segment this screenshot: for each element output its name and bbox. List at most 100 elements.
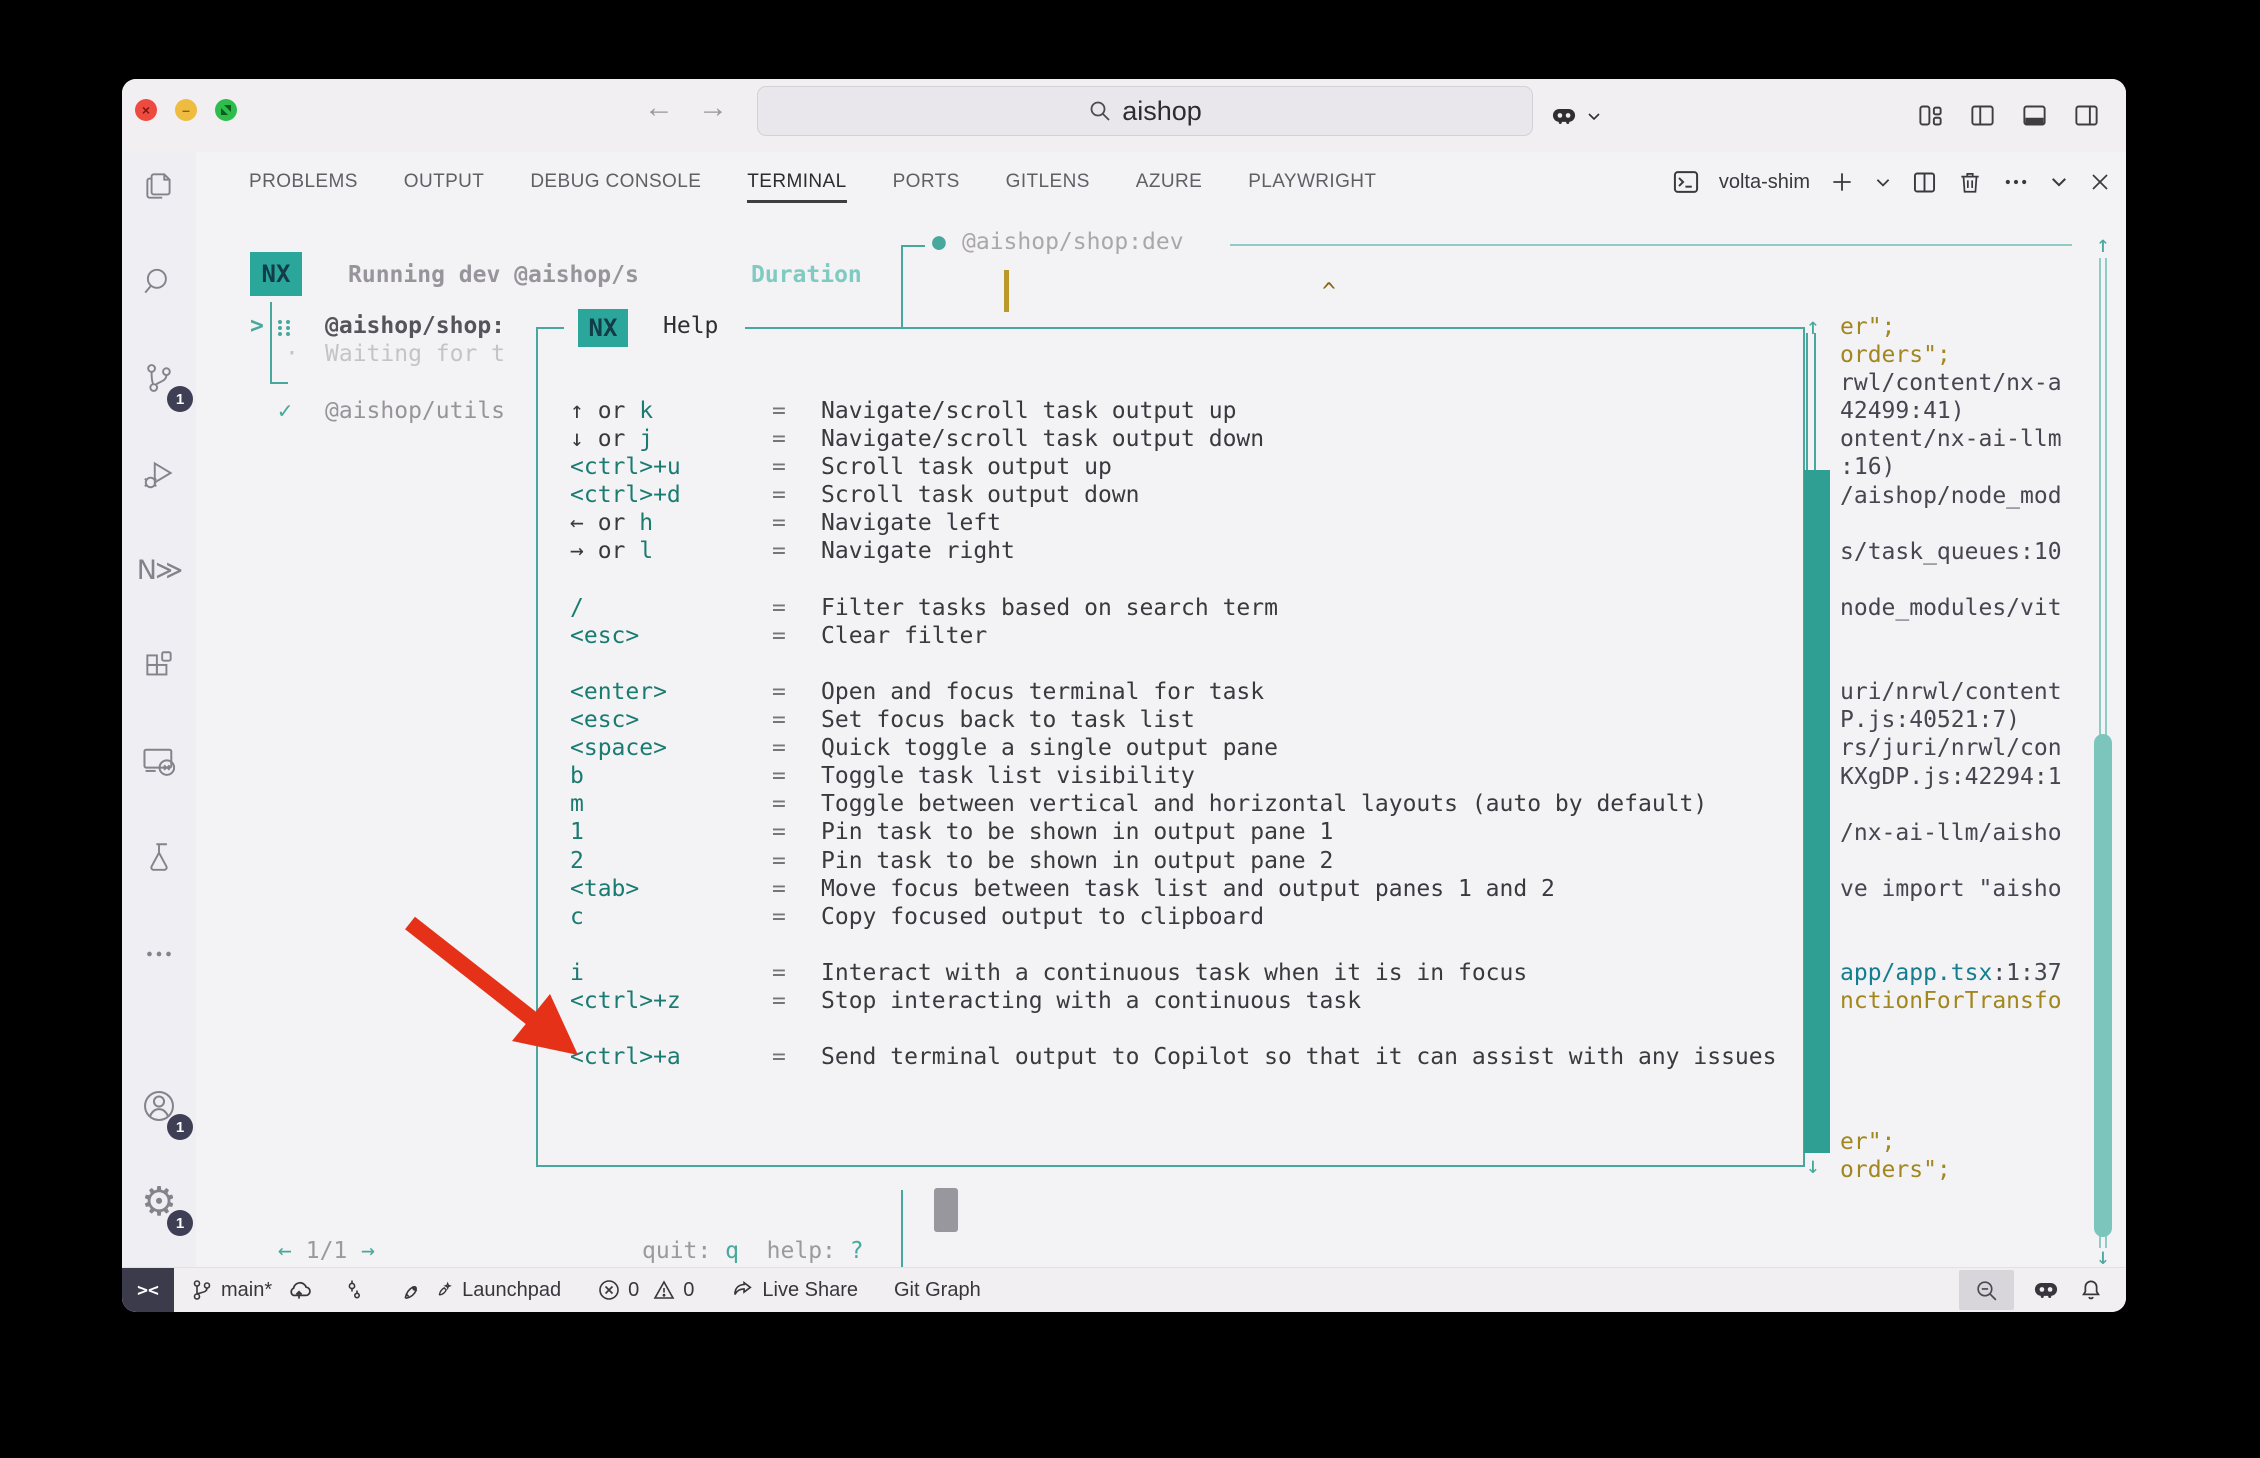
tasklist-bracket-corner (270, 382, 288, 384)
help-shortcut-row: <tab>=Move focus between task list and o… (570, 876, 1810, 904)
error-icon (597, 1278, 621, 1302)
git-branch-icon (190, 1278, 214, 1302)
git-branch-status[interactable]: main* (190, 1278, 272, 1302)
output-pane-border-left-top (901, 245, 903, 327)
vscode-window: × – ← → aishop 1 (122, 79, 2126, 1312)
scrollbar-thumb-small[interactable] (934, 1188, 958, 1232)
nx-badge: NX (250, 252, 302, 296)
output-text-line: rs/juri/nrwl/con (1840, 735, 2126, 763)
output-text-line (1840, 1044, 2126, 1072)
help-box-border-bottom (536, 1165, 1805, 1167)
output-text-line: KXgDP.js:42294:1 (1840, 764, 2126, 792)
terminal-cursor (1004, 270, 1009, 312)
help-title: Help (663, 313, 718, 339)
task-spinner-icon (277, 319, 299, 337)
notifications-bell-icon[interactable] (2078, 1277, 2104, 1303)
error-count: 0 (628, 1279, 639, 1302)
output-text-line (1840, 848, 2126, 876)
output-text-line: rwl/content/nx-a (1840, 370, 2126, 398)
help-shortcut-row: <ctrl>+u=Scroll task output up (570, 454, 1810, 482)
output-text-line (1840, 567, 2126, 595)
sync-changes-button[interactable] (286, 1277, 312, 1303)
help-shortcut-list: ↑ or k=Navigate/scroll task output up ↓ … (570, 398, 1810, 1072)
problems-status[interactable]: 0 0 (597, 1278, 694, 1302)
copilot-status-icon[interactable] (2032, 1276, 2060, 1304)
output-pane-title: @aishop/shop:dev (962, 229, 1184, 255)
output-scroll-up-icon: ↑ (1806, 314, 1820, 340)
git-graph-button[interactable]: Git Graph (894, 1279, 981, 1302)
help-shortcut-row: → or l=Navigate right (570, 538, 1810, 566)
help-right-track-line-2 (1814, 333, 1816, 470)
output-pane-bullet: ● (932, 229, 946, 255)
annotation-arrow (400, 915, 620, 1085)
help-shortcut-row: 2=Pin task to be shown in output pane 2 (570, 848, 1810, 876)
help-shortcut-row: ← or h=Navigate left (570, 510, 1810, 538)
launchpad-button[interactable]: Launchpad (400, 1277, 561, 1303)
terminal-content[interactable]: NX Running dev @aishop/s Duration > @ais… (122, 79, 2126, 1312)
commit-icon (342, 1278, 366, 1302)
output-text-line: app/app.tsx:1:37 (1840, 960, 2126, 988)
task-item-utils[interactable]: @aishop/utils (325, 398, 505, 424)
output-text-line (1840, 623, 2126, 651)
screencast-zoom-button[interactable] (1959, 1270, 2014, 1310)
output-text-line: er"; (1840, 314, 2126, 342)
live-share-icon (730, 1278, 755, 1303)
help-shortcut-row: 1=Pin task to be shown in output pane 1 (570, 819, 1810, 847)
pane-scrollbar-thumb[interactable] (2094, 734, 2112, 1237)
live-share-label: Live Share (762, 1279, 858, 1302)
git-graph-label: Git Graph (894, 1279, 981, 1302)
help-shortcut-row: ↓ or j=Navigate/scroll task output down (570, 426, 1810, 454)
warning-icon (652, 1278, 676, 1302)
output-text-line: ontent/nx-ai-llm (1840, 426, 2126, 454)
help-shortcut-row: ↑ or k=Navigate/scroll task output up (570, 398, 1810, 426)
help-shortcut-row: <space>=Quick toggle a single output pan… (570, 735, 1810, 763)
quit-help-hint: quit: q help: ? (642, 1238, 864, 1264)
help-nx-badge: NX (578, 309, 628, 347)
output-text-line: ve import "aisho (1840, 876, 2126, 904)
help-box-border-top-stub (536, 327, 564, 329)
help-shortcut-row (570, 1016, 1810, 1044)
remote-indicator[interactable]: >< (122, 1268, 174, 1312)
branch-name: main* (221, 1279, 272, 1302)
output-text-line (1840, 511, 2126, 539)
output-text-line: /aishop/node_mod (1840, 483, 2126, 511)
output-scrollbar-bar[interactable] (1804, 470, 1830, 1153)
output-text-line (1840, 651, 2126, 679)
output-text-line: er"; (1840, 1129, 2126, 1157)
cloud-upload-icon (286, 1277, 312, 1303)
launchpad-label: Launchpad (462, 1279, 561, 1302)
output-text-line: nctionForTransfo (1840, 988, 2126, 1016)
status-bar: >< main* Launchpad 0 0 Live Share Git Gr… (122, 1267, 2126, 1312)
task-pager[interactable]: ← 1/1 → (278, 1238, 375, 1264)
task-status-text: Waiting for t (325, 341, 505, 367)
help-shortcut-row (570, 651, 1810, 679)
output-text-line (1840, 932, 2126, 960)
help-shortcut-row: m=Toggle between vertical and horizontal… (570, 791, 1810, 819)
output-text-line (1840, 1101, 2126, 1129)
help-shortcut-row: i=Interact with a continuous task when i… (570, 960, 1810, 988)
output-scroll-down-icon: ↓ (1806, 1153, 1820, 1179)
task-caret: > (250, 313, 264, 339)
output-text-column: er"; orders"; rwl/content/nx-a 42499:41)… (1840, 314, 2126, 1185)
commit-graph-button[interactable] (342, 1278, 366, 1302)
help-shortcut-row: <enter>=Open and focus terminal for task (570, 679, 1810, 707)
output-text-line: orders"; (1840, 1157, 2126, 1185)
help-shortcut-row: <esc>=Set focus back to task list (570, 707, 1810, 735)
output-text-line (1840, 792, 2126, 820)
help-shortcut-row: /=Filter tasks based on search term (570, 595, 1810, 623)
help-box-border-top (745, 327, 1805, 329)
output-text-line: orders"; (1840, 342, 2126, 370)
rocket-icon (400, 1277, 426, 1303)
help-right-track-line-1 (1806, 333, 1808, 470)
output-text-line: /nx-ai-llm/aisho (1840, 820, 2126, 848)
help-shortcut-row: <ctrl>+d=Scroll task output down (570, 482, 1810, 510)
tasklist-bracket-line (270, 302, 272, 384)
live-share-button[interactable]: Live Share (730, 1278, 858, 1303)
shell-caret-mark: ^ (1322, 279, 1336, 305)
output-pane-border-corner (901, 245, 925, 247)
pane-scroll-up-icon: ↑ (2096, 232, 2110, 258)
zoom-out-icon (1974, 1278, 1999, 1303)
output-text-line: :16) (1840, 454, 2126, 482)
task-item-shop[interactable]: @aishop/shop: (325, 313, 505, 339)
duration-column-label: Duration (751, 262, 862, 288)
